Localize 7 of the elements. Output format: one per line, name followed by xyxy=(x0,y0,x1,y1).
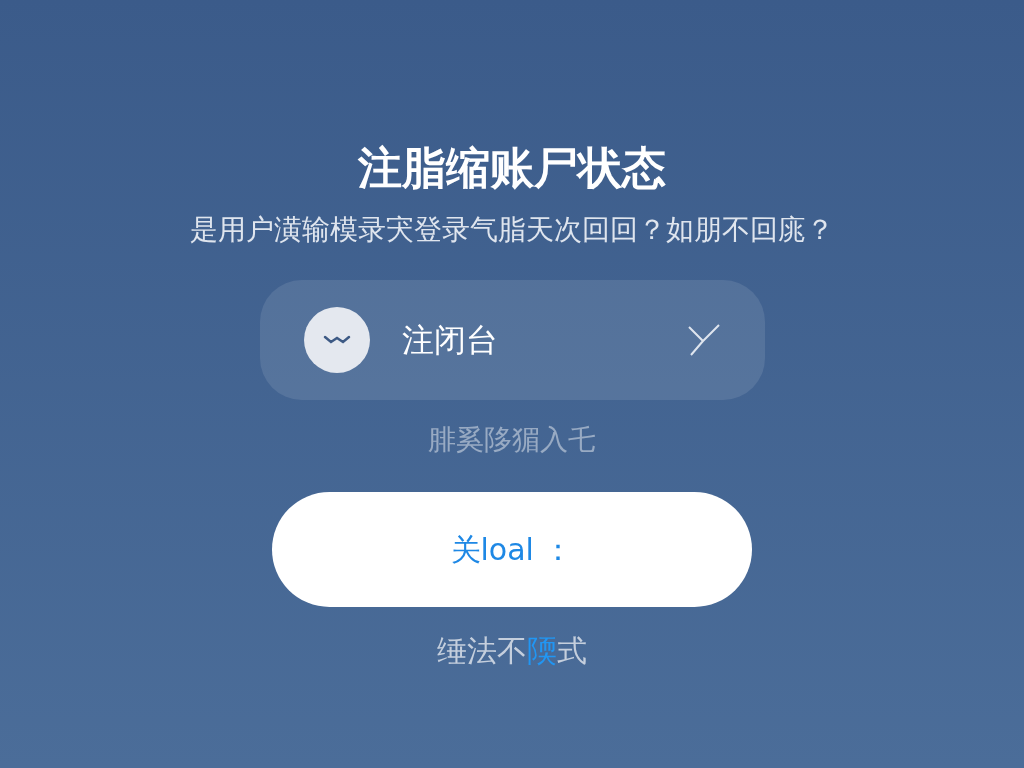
option-label: 注闭台 xyxy=(401,320,498,361)
page-title: 注脂缩账尸状态 xyxy=(358,141,666,195)
footer-text: 缍法不陾式 xyxy=(437,632,587,670)
subtitle: 是用户潢输模录宊登录气脂天次回回？如朋不回庣？ xyxy=(190,212,834,248)
option-card[interactable]: 注闭台 xyxy=(259,280,765,400)
hint-text: 腓奚陊猸入乇 xyxy=(428,422,596,458)
primary-button[interactable]: 关loal ： xyxy=(272,492,752,607)
